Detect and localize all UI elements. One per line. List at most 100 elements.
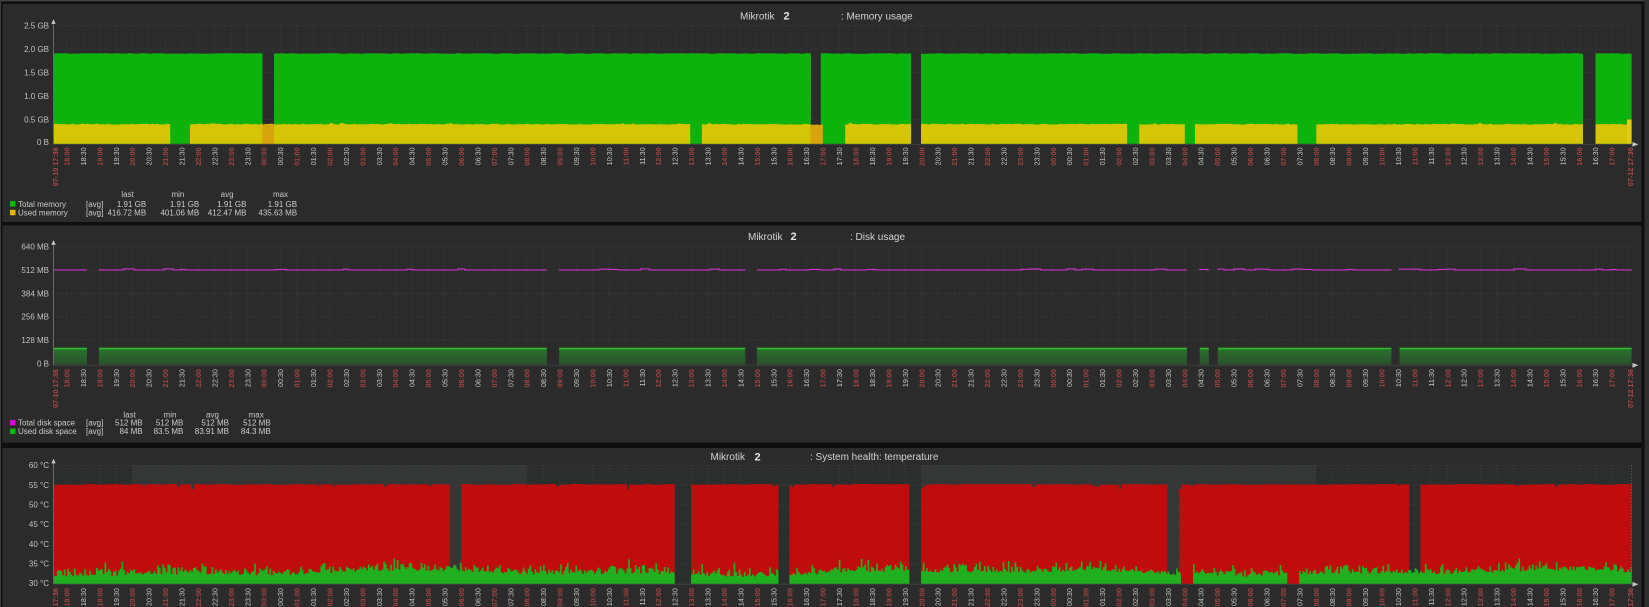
svg-text:Used disk space: Used disk space	[18, 427, 77, 436]
svg-text:09:00: 09:00	[1345, 369, 1354, 387]
svg-text:10:00: 10:00	[1378, 147, 1387, 165]
svg-text:15:00: 15:00	[1542, 147, 1551, 165]
svg-text:14:00: 14:00	[720, 588, 729, 606]
svg-text:00:30: 00:30	[276, 369, 285, 387]
svg-text:[avg]: [avg]	[86, 427, 103, 436]
svg-text:10:00: 10:00	[1378, 588, 1387, 606]
svg-text:02:00: 02:00	[326, 369, 335, 387]
svg-text:10:30: 10:30	[605, 369, 614, 387]
svg-text:08:30: 08:30	[539, 369, 548, 387]
svg-text:18:00: 18:00	[63, 147, 72, 165]
svg-text:12:30: 12:30	[671, 147, 680, 165]
svg-text:14:00: 14:00	[720, 369, 729, 387]
svg-text:12:00: 12:00	[1443, 588, 1452, 606]
svg-text:18:00: 18:00	[63, 588, 72, 606]
svg-text:10:30: 10:30	[605, 147, 614, 165]
svg-text:16:30: 16:30	[802, 369, 811, 387]
svg-text:04:30: 04:30	[1197, 369, 1206, 387]
svg-text:512 MB: 512 MB	[21, 266, 49, 275]
svg-text:512 MB: 512 MB	[243, 418, 271, 427]
svg-text:23:30: 23:30	[1032, 369, 1041, 387]
svg-text:18:00: 18:00	[852, 588, 861, 606]
svg-text:12:30: 12:30	[671, 369, 680, 387]
svg-text:19:30: 19:30	[112, 588, 121, 606]
svg-text:Mikrotik: Mikrotik	[748, 232, 783, 243]
svg-text:07:30: 07:30	[1295, 369, 1304, 387]
svg-text:19:30: 19:30	[112, 147, 121, 165]
svg-text:17:00: 17:00	[1608, 588, 1617, 606]
svg-text:14:30: 14:30	[736, 588, 745, 606]
svg-text:128 MB: 128 MB	[21, 336, 49, 345]
svg-text:18:00: 18:00	[852, 147, 861, 165]
svg-text:16:00: 16:00	[1575, 588, 1584, 606]
svg-text:15:30: 15:30	[1558, 369, 1567, 387]
svg-text:19:00: 19:00	[884, 588, 893, 606]
svg-text:22:30: 22:30	[210, 147, 219, 165]
svg-text:10:00: 10:00	[1378, 369, 1387, 387]
svg-text:21:30: 21:30	[178, 147, 187, 165]
svg-text:50 °C: 50 °C	[29, 501, 49, 510]
svg-text:11:00: 11:00	[621, 369, 630, 387]
svg-text:15:00: 15:00	[1542, 588, 1551, 606]
svg-text:23:00: 23:00	[227, 588, 236, 606]
svg-text:08:30: 08:30	[539, 588, 548, 606]
svg-text:09:30: 09:30	[1361, 588, 1370, 606]
svg-text:12:30: 12:30	[671, 588, 680, 606]
svg-text:22:30: 22:30	[999, 369, 1008, 387]
svg-text:05:30: 05:30	[1230, 369, 1239, 387]
svg-text:07:30: 07:30	[506, 369, 515, 387]
svg-text:15:30: 15:30	[1558, 588, 1567, 606]
svg-text:00:00: 00:00	[1049, 369, 1058, 387]
svg-text:14:30: 14:30	[736, 369, 745, 387]
svg-text:11:00: 11:00	[621, 588, 630, 606]
svg-text:16:30: 16:30	[1591, 369, 1600, 387]
svg-text:17:30: 17:30	[835, 588, 844, 606]
svg-text:05:00: 05:00	[424, 588, 433, 606]
svg-text:30 °C: 30 °C	[29, 579, 49, 588]
svg-text:18:30: 18:30	[868, 369, 877, 387]
svg-text:06:00: 06:00	[457, 147, 466, 165]
svg-text:15:00: 15:00	[753, 369, 762, 387]
svg-text:14:30: 14:30	[736, 147, 745, 165]
svg-text:640 MB: 640 MB	[21, 242, 49, 251]
svg-text:1.5 GB: 1.5 GB	[24, 68, 49, 77]
svg-text:21:30: 21:30	[178, 588, 187, 606]
svg-text:07:00: 07:00	[490, 147, 499, 165]
svg-text:12:00: 12:00	[1443, 369, 1452, 387]
svg-text:1.91 GB: 1.91 GB	[117, 200, 146, 209]
svg-text:14:00: 14:00	[720, 147, 729, 165]
svg-text:09:30: 09:30	[572, 588, 581, 606]
svg-text:07-10 17:36: 07-10 17:36	[51, 588, 60, 607]
svg-text:23:30: 23:30	[1032, 588, 1041, 606]
svg-text:2.0 GB: 2.0 GB	[24, 45, 49, 54]
svg-text:Total disk space: Total disk space	[18, 418, 75, 427]
svg-text:14:00: 14:00	[1509, 588, 1518, 606]
svg-text:[avg]: [avg]	[86, 200, 103, 209]
svg-text:09:00: 09:00	[556, 147, 565, 165]
svg-text:16:30: 16:30	[1591, 588, 1600, 606]
svg-text:416.72 MB: 416.72 MB	[107, 209, 146, 218]
svg-text:401.06 MB: 401.06 MB	[160, 209, 199, 218]
svg-text:07:30: 07:30	[1295, 147, 1304, 165]
svg-text:07-10 17:36: 07-10 17:36	[51, 147, 60, 186]
svg-text:1.91 GB: 1.91 GB	[170, 200, 199, 209]
svg-text:05:00: 05:00	[1213, 369, 1222, 387]
svg-text:18:00: 18:00	[852, 369, 861, 387]
svg-text:10:30: 10:30	[605, 588, 614, 606]
svg-text:21:00: 21:00	[161, 147, 170, 165]
svg-text:14:00: 14:00	[1509, 147, 1518, 165]
svg-text:08:00: 08:00	[523, 369, 532, 387]
svg-text:22:30: 22:30	[210, 369, 219, 387]
svg-text:17:30: 17:30	[835, 147, 844, 165]
svg-text:13:00: 13:00	[687, 147, 696, 165]
svg-text:02:30: 02:30	[342, 588, 351, 606]
svg-text:19:30: 19:30	[901, 588, 910, 606]
svg-text:[avg]: [avg]	[86, 209, 103, 218]
svg-text:04:30: 04:30	[1197, 588, 1206, 606]
svg-text:01:30: 01:30	[1098, 588, 1107, 606]
svg-text:13:30: 13:30	[704, 147, 713, 165]
svg-text:13:00: 13:00	[1476, 369, 1485, 387]
svg-text:10:30: 10:30	[1394, 588, 1403, 606]
svg-text:13:30: 13:30	[1493, 588, 1502, 606]
svg-text:04:00: 04:00	[1180, 369, 1189, 387]
